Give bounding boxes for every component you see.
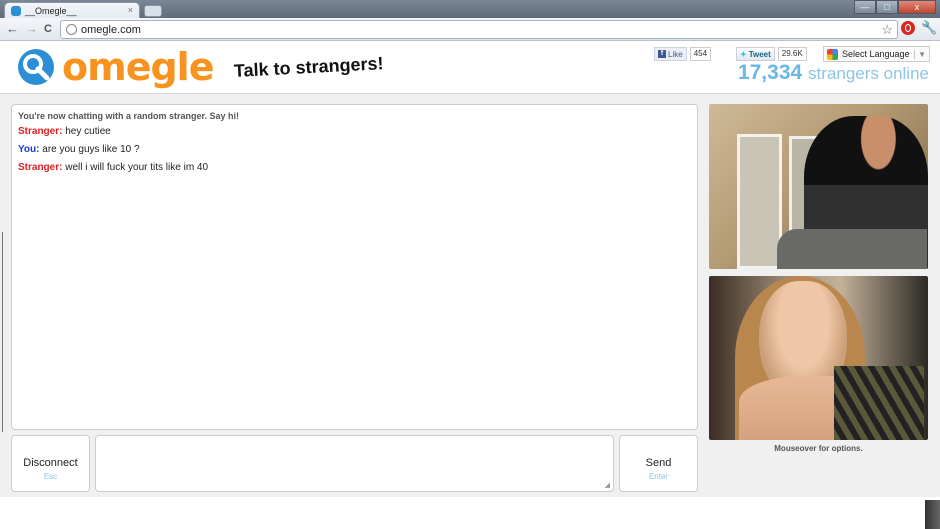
tweet-label: Tweet (748, 49, 771, 59)
page-footer-space (0, 497, 940, 529)
tweet-widget[interactable]: ✦ Tweet 29.6K (736, 47, 807, 61)
select-language-label: Select Language (842, 49, 910, 59)
select-language-dropdown[interactable]: Select Language ▼ (823, 46, 930, 62)
message-text: are you guys like 10 ? (42, 144, 140, 155)
tweet-button[interactable]: ✦ Tweet (736, 47, 775, 61)
facebook-like-label: Like (668, 49, 683, 59)
video-scene-arm (777, 229, 927, 269)
video-options-caption: Mouseover for options. (774, 444, 863, 453)
globe-icon (66, 24, 77, 35)
url-text: omegle.com (81, 24, 141, 36)
send-label: Send (645, 457, 672, 469)
forward-arrow-icon[interactable]: → (25, 22, 38, 36)
chat-log: You're now chatting with a random strang… (11, 104, 698, 430)
facebook-icon: f (658, 50, 666, 58)
chat-status-message: You're now chatting with a random strang… (18, 111, 240, 121)
window-controls: — □ x (854, 0, 936, 14)
reload-icon[interactable]: C (44, 22, 52, 36)
chat-message: Stranger: well i will fuck your tits lik… (18, 162, 691, 173)
send-hint: Enter (648, 472, 669, 481)
chat-message: You: are you guys like 10 ? (18, 144, 691, 155)
scrollbar-corner[interactable] (925, 500, 940, 529)
address-bar[interactable]: omegle.com ☆ (60, 20, 898, 39)
facebook-like-widget[interactable]: f Like 454 (654, 47, 712, 61)
omegle-favicon-icon (11, 6, 21, 16)
tweet-count: 29.6K (777, 47, 807, 61)
disconnect-button[interactable]: Disconnect Esc (11, 435, 90, 492)
disconnect-label: Disconnect (23, 457, 78, 469)
left-divider (2, 232, 3, 432)
tab-close-icon[interactable]: × (128, 5, 133, 15)
message-input[interactable]: ◢ (95, 435, 614, 492)
message-sender: Stranger: (18, 126, 63, 137)
maximize-button[interactable]: □ (876, 0, 898, 14)
close-window-button[interactable]: x (898, 0, 936, 14)
new-tab-button[interactable] (144, 5, 162, 17)
bookmark-star-icon[interactable]: ☆ (881, 22, 893, 38)
browser-tab[interactable]: __Omegle__ × (4, 2, 140, 18)
online-count: 17,334 (737, 61, 803, 84)
opera-extension-icon[interactable] (901, 21, 915, 35)
your-video[interactable] (709, 276, 928, 440)
back-arrow-icon[interactable]: ← (6, 22, 19, 36)
browser-titlebar: __Omegle__ × — □ x (0, 0, 940, 18)
message-sender: You: (18, 144, 40, 155)
facebook-like-button[interactable]: f Like (654, 47, 687, 61)
disconnect-hint: Esc (43, 472, 58, 481)
browser-toolbar: ← → C omegle.com ☆ (0, 18, 940, 41)
minimize-button[interactable]: — (854, 0, 876, 14)
omegle-logo-text: omegle (62, 45, 214, 89)
send-button[interactable]: Send Enter (619, 435, 698, 492)
resize-grip-icon[interactable]: ◢ (605, 481, 610, 489)
video-scene-door (737, 134, 782, 269)
strangers-online: 17,334 strangers online (738, 61, 929, 85)
omegle-header: omegle Talk to strangers! f Like 454 ✦ Twe… (0, 41, 940, 94)
chat-message: Stranger: hey cutiee (18, 126, 691, 137)
video-scene-clothing (834, 366, 924, 440)
facebook-like-count: 454 (689, 47, 712, 61)
message-text: well i will fuck your tits like im 40 (65, 162, 209, 173)
tagline: Talk to strangers! (233, 53, 385, 81)
tab-title: __Omegle__ (25, 6, 77, 16)
dropdown-arrow-icon: ▼ (914, 49, 926, 59)
message-sender: Stranger: (18, 162, 63, 173)
wrench-icon[interactable]: 🔧 (921, 20, 937, 36)
stranger-video[interactable] (709, 104, 928, 269)
omegle-logo-icon (18, 49, 54, 85)
google-translate-icon (827, 48, 838, 60)
twitter-bird-icon: ✦ (740, 49, 747, 59)
message-text: hey cutiee (65, 126, 111, 137)
online-label: strangers online (808, 64, 929, 83)
